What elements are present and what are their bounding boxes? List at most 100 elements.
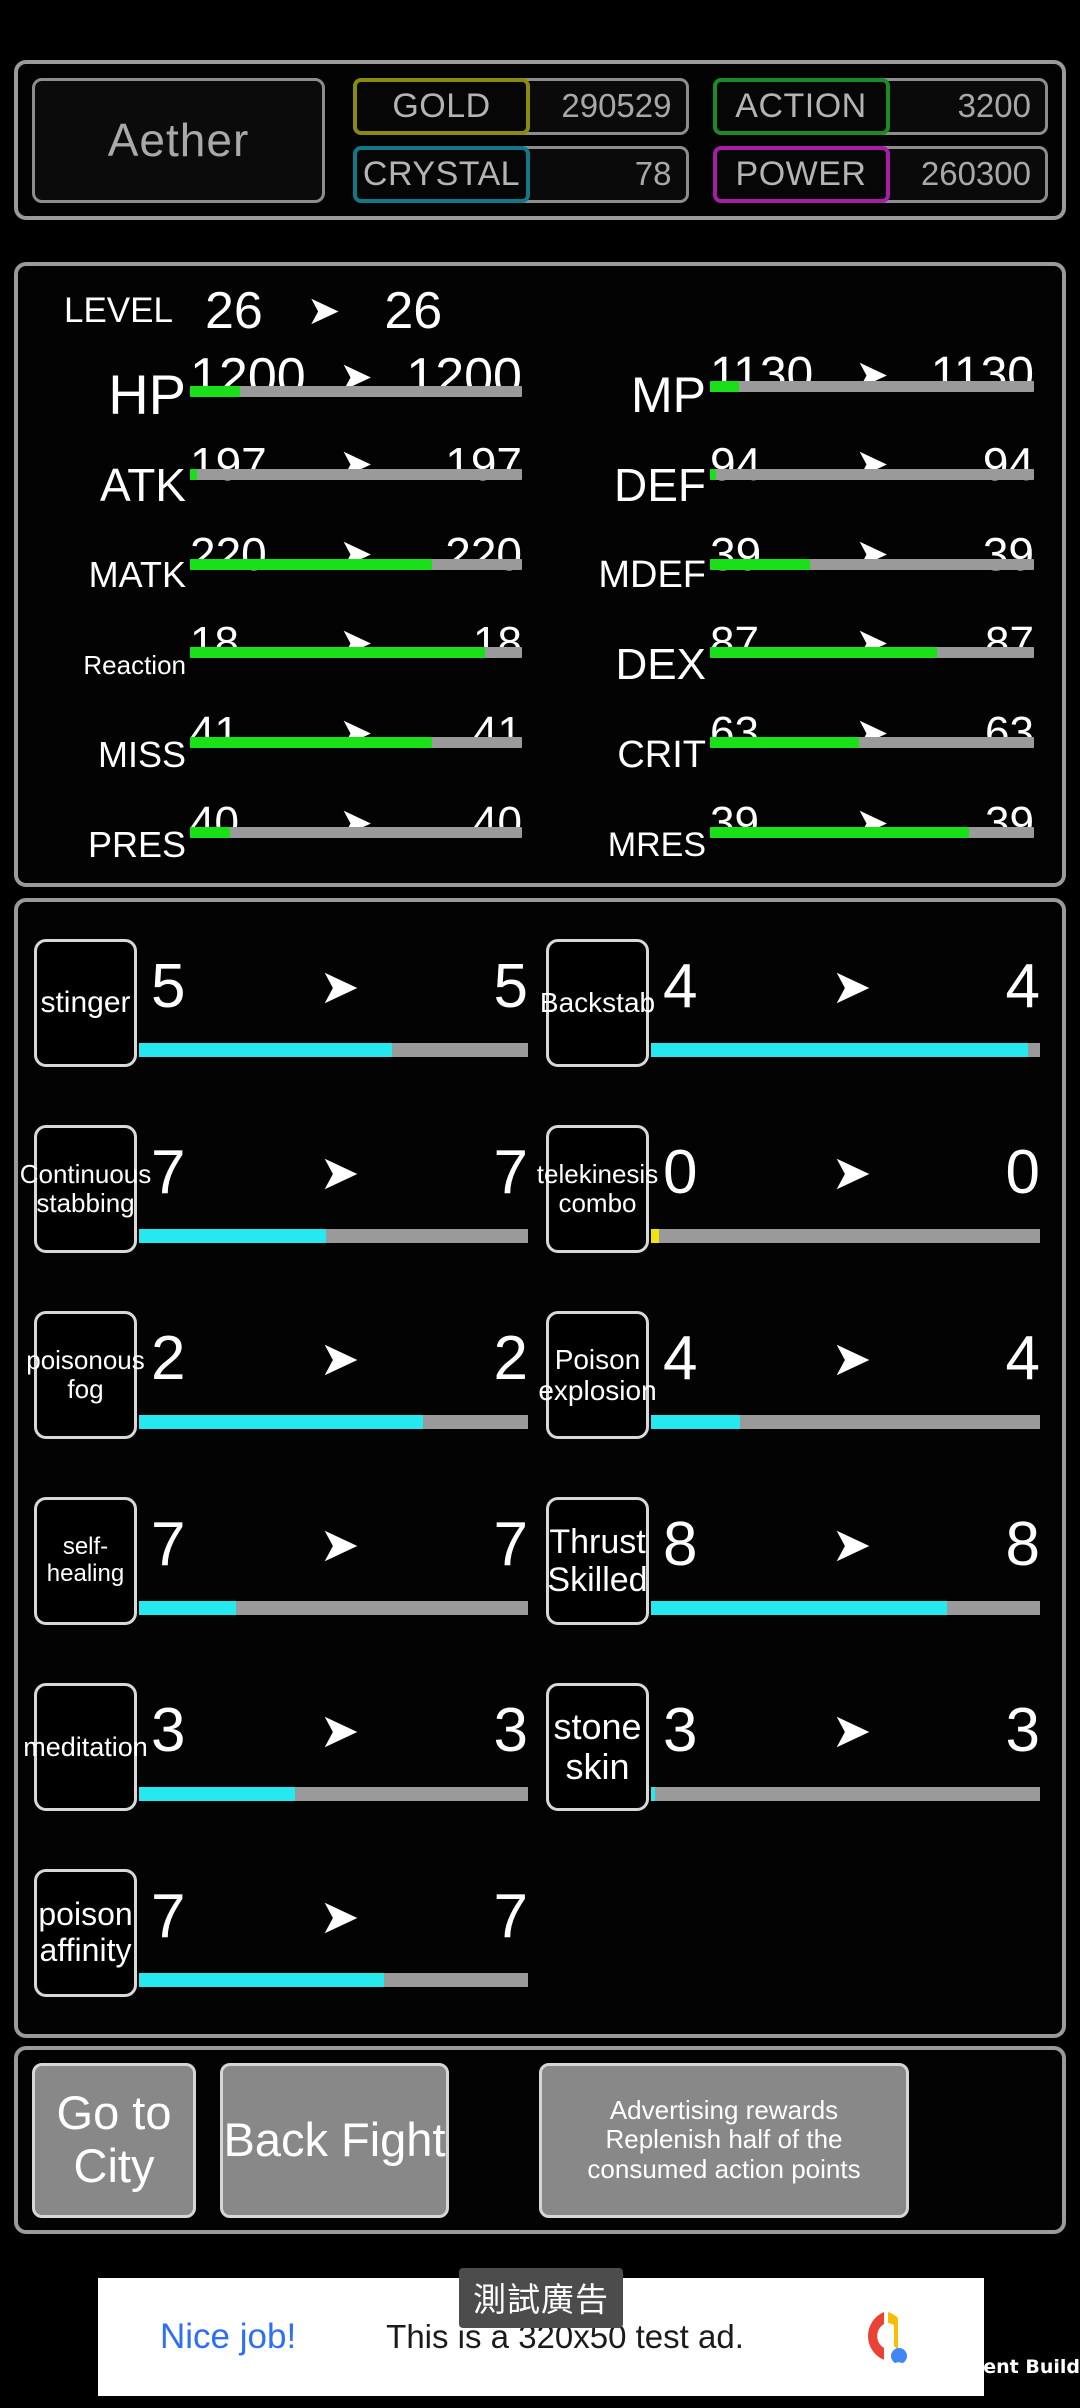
skill-progress-bar bbox=[139, 1787, 528, 1801]
arrow-right-icon: ➤ bbox=[831, 1333, 872, 1386]
skill-row: poisonous fog 2 ➤ 2 Poison explosion 4 ➤ 4 bbox=[26, 1282, 1052, 1468]
stat-value-from: 41 bbox=[190, 708, 239, 757]
header-panel: Aether GOLD 290529 ACTION 3200 CRYSTAL 7… bbox=[14, 60, 1066, 220]
skill-progress-bar bbox=[139, 1415, 528, 1429]
ad-headline: Nice job! bbox=[160, 2317, 297, 2356]
stat-name-label: ATK bbox=[99, 459, 186, 511]
go-to-city-button[interactable]: Go to City bbox=[32, 2062, 196, 2218]
skill-chip[interactable]: self-healing bbox=[34, 1497, 137, 1625]
skill-progress-bar bbox=[139, 1043, 528, 1057]
skill-cell: poisonous fog 2 ➤ 2 bbox=[26, 1282, 540, 1468]
skill-chip[interactable]: Poison explosion bbox=[538, 1311, 657, 1439]
resource-gold-value: 290529 bbox=[561, 87, 672, 124]
skill-chip[interactable]: stinger bbox=[34, 939, 137, 1067]
arrow-right-icon: ➤ bbox=[319, 1891, 360, 1944]
skill-level-to: 7 bbox=[493, 1138, 528, 1207]
stat-progress-bar bbox=[710, 827, 1034, 839]
skill-level-from: 4 bbox=[663, 952, 698, 1021]
stat-value-to: 94 bbox=[982, 438, 1034, 490]
stat-value-to: 1130 bbox=[930, 348, 1034, 401]
stat-name-label: PRES bbox=[87, 824, 186, 865]
arrow-right-icon: ➤ bbox=[831, 1519, 872, 1572]
stat-value-from: 40 bbox=[190, 798, 239, 847]
skill-level-to: 0 bbox=[1005, 1138, 1040, 1207]
stat-value-from: 87 bbox=[710, 618, 759, 667]
stat-row-level: LEVEL 26 ➤ 26 bbox=[28, 272, 1052, 350]
skills-panel: stinger 5 ➤ 5 Backstab 4 ➤ 4 Continuous stabbing… bbox=[14, 898, 1066, 2038]
stat-value-to: 41 bbox=[473, 708, 522, 757]
arrow-right-icon: ➤ bbox=[831, 961, 872, 1014]
hero-name-box[interactable]: Aether bbox=[32, 77, 325, 203]
stat-row-crit: CRIT 63 ➤ 63 bbox=[540, 708, 1052, 800]
resource-gold-label: GOLD bbox=[353, 77, 530, 135]
skill-level-to: 4 bbox=[1005, 952, 1040, 1021]
stat-value-from: 63 bbox=[710, 708, 759, 757]
stat-level-label: LEVEL bbox=[64, 291, 173, 330]
stat-row-mdef: MDEF 39 ➤ 39 bbox=[540, 530, 1052, 620]
stat-value-to: 39 bbox=[982, 528, 1034, 580]
stat-value-from: 220 bbox=[190, 528, 267, 580]
stat-name-label: Reaction bbox=[83, 650, 186, 680]
resource-gold[interactable]: GOLD 290529 bbox=[353, 77, 689, 135]
arrow-right-icon: ➤ bbox=[319, 1333, 360, 1386]
skill-row: meditation 3 ➤ 3 stone skin 3 ➤ 3 bbox=[23, 1654, 1052, 1840]
stat-progress-bar bbox=[710, 647, 1034, 659]
skill-row: stinger 5 ➤ 5 Backstab 4 ➤ 4 bbox=[28, 910, 1052, 1096]
skill-cell: Backstab 4 ➤ 4 bbox=[540, 910, 1052, 1096]
skill-chip[interactable]: meditation bbox=[23, 1683, 148, 1811]
skill-chip[interactable]: stone skin bbox=[546, 1683, 649, 1811]
stat-progress-bar bbox=[190, 385, 522, 397]
skill-chip[interactable]: poison affinity bbox=[34, 1869, 137, 1997]
stat-name-label: MISS bbox=[97, 734, 186, 775]
skill-level-to: 4 bbox=[1005, 1324, 1040, 1393]
skill-level-from: 3 bbox=[151, 1696, 186, 1765]
resource-row-top: GOLD 290529 ACTION 3200 bbox=[353, 77, 1048, 135]
skill-row: Continuous stabbing 7 ➤ 7 telekinesis combo 0… bbox=[20, 1096, 1052, 1282]
skill-level-to: 8 bbox=[1005, 1510, 1040, 1579]
stat-name-label: MP bbox=[631, 367, 706, 423]
skill-chip[interactable]: Backstab bbox=[540, 939, 655, 1067]
stat-progress-bar bbox=[190, 737, 522, 749]
skill-chip[interactable]: Continuous stabbing bbox=[20, 1125, 151, 1253]
skill-cell: poison affinity 7 ➤ 7 bbox=[28, 1840, 540, 2026]
skill-level-to: 5 bbox=[493, 952, 528, 1021]
skill-progress-bar bbox=[139, 1229, 528, 1243]
skill-level-from: 7 bbox=[151, 1138, 186, 1207]
stat-row-pres: PRES 40 ➤ 40 bbox=[28, 798, 540, 890]
skill-chip[interactable]: Thrust Skilled bbox=[546, 1497, 649, 1625]
stat-value-to: 18 bbox=[473, 618, 522, 667]
stat-value-to: 87 bbox=[985, 618, 1034, 667]
stat-name-label: DEX bbox=[615, 640, 706, 689]
skill-progress-bar bbox=[651, 1043, 1040, 1057]
stat-progress-bar bbox=[190, 827, 522, 839]
advertising-reward-button[interactable]: Advertising rewards Replenish half of th… bbox=[539, 2062, 909, 2218]
skill-chip[interactable]: poisonous fog bbox=[26, 1311, 145, 1439]
stat-progress-bar bbox=[710, 469, 1034, 481]
arrow-right-icon: ➤ bbox=[319, 961, 360, 1014]
back-fight-button[interactable]: Back Fight bbox=[220, 2062, 449, 2218]
stat-row-miss: MISS 41 ➤ 41 bbox=[28, 708, 540, 800]
resource-action[interactable]: ACTION 3200 bbox=[712, 77, 1048, 135]
skill-progress-bar bbox=[651, 1415, 1040, 1429]
resource-crystal[interactable]: CRYSTAL 78 bbox=[353, 145, 689, 203]
stat-progress-bar bbox=[190, 469, 522, 481]
stat-row-hp: HP 1200 ➤ 1200 bbox=[28, 350, 540, 440]
stat-level-from: 26 bbox=[204, 282, 263, 340]
ad-banner[interactable]: Nice job! This is a 320x50 test ad. 測試廣告 bbox=[98, 2268, 984, 2396]
resource-power[interactable]: POWER 260300 bbox=[712, 145, 1048, 203]
stat-name-label: HP bbox=[108, 363, 186, 426]
skill-level-from: 5 bbox=[151, 952, 186, 1021]
resource-grid: GOLD 290529 ACTION 3200 CRYSTAL 78 POWER… bbox=[353, 77, 1048, 203]
arrow-right-icon: ➤ bbox=[319, 1519, 360, 1572]
stats-panel: LEVEL 26 ➤ 26 HP 1200 ➤ 1200 ATK 197 ➤ 197 MATK 2… bbox=[14, 262, 1066, 887]
stat-row-reaction: Reaction 18 ➤ 18 bbox=[28, 618, 540, 710]
skill-cell: Continuous stabbing 7 ➤ 7 bbox=[20, 1096, 540, 1282]
stat-value-to: 63 bbox=[985, 708, 1034, 757]
stat-row-mres: MRES 39 ➤ 39 bbox=[540, 798, 1052, 890]
skill-chip[interactable]: telekinesis combo bbox=[537, 1125, 658, 1253]
stat-row-def: DEF 94 ➤ 94 bbox=[540, 440, 1052, 530]
stat-progress-bar bbox=[710, 559, 1034, 571]
stat-value-to: 39 bbox=[985, 798, 1034, 847]
skill-level-from: 4 bbox=[663, 1324, 698, 1393]
skill-progress-bar bbox=[139, 1973, 528, 1987]
